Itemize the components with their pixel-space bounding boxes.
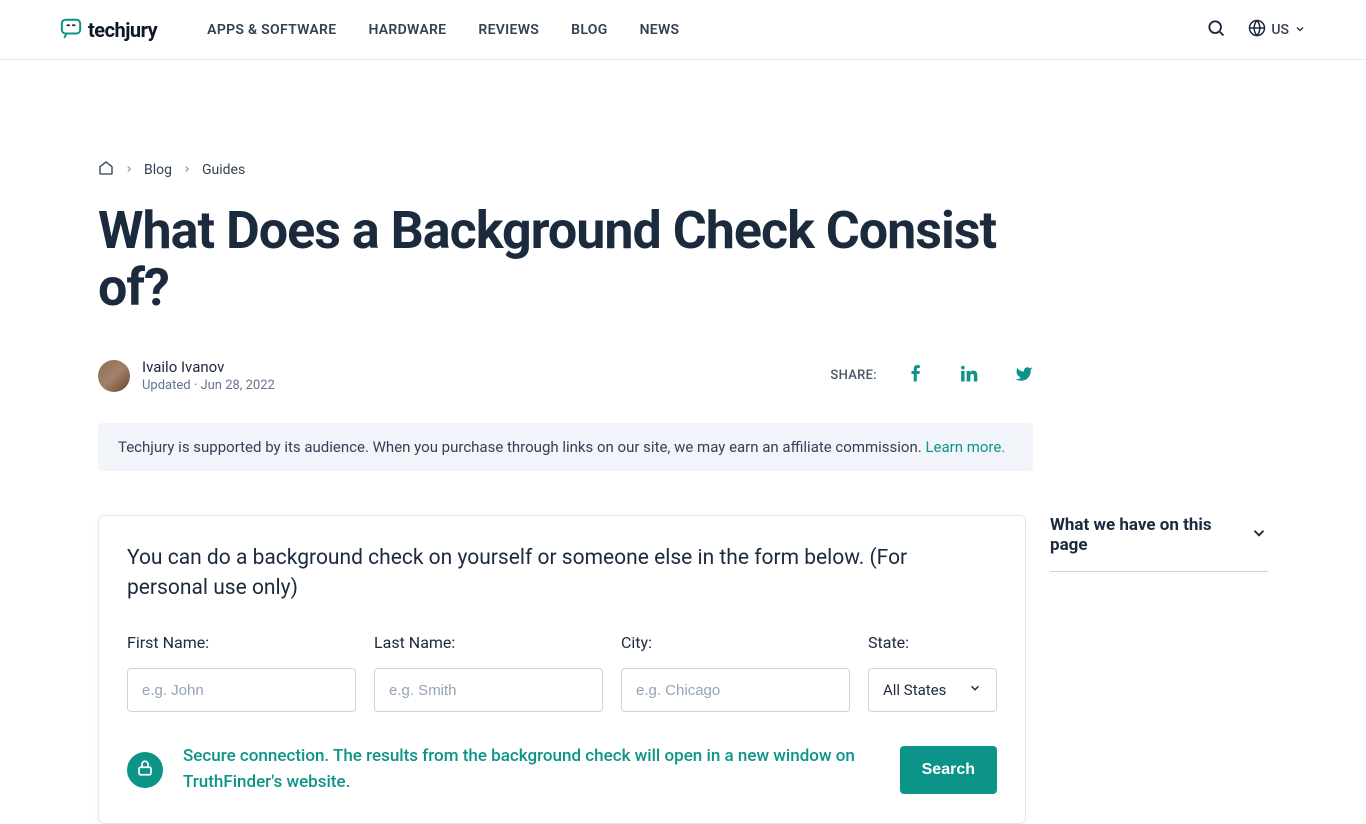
first-name-label: First Name: xyxy=(127,633,356,652)
nav-apps-software[interactable]: APPS & SOFTWARE xyxy=(207,22,336,38)
city-label: City: xyxy=(621,633,850,652)
site-header: techjury APPS & SOFTWARE HARDWARE REVIEW… xyxy=(0,0,1366,60)
logo-icon xyxy=(60,17,82,43)
secure-text: Secure connection. The results from the … xyxy=(183,744,880,795)
chevron-right-icon xyxy=(124,162,134,178)
share-icons xyxy=(907,365,1033,387)
breadcrumb: Blog Guides xyxy=(98,160,1268,180)
lock-badge xyxy=(127,752,163,788)
breadcrumb-blog[interactable]: Blog xyxy=(144,162,172,178)
linkedin-icon xyxy=(961,368,979,387)
meta-row: Ivailo Ivanov Updated · Jun 28, 2022 SHA… xyxy=(98,358,1033,393)
twitter-icon xyxy=(1015,368,1033,387)
last-name-input[interactable] xyxy=(374,668,603,712)
search-submit-button[interactable]: Search xyxy=(900,746,997,794)
last-name-field-group: Last Name: xyxy=(374,633,603,712)
nav-blog[interactable]: BLOG xyxy=(571,22,607,38)
nav-news[interactable]: NEWS xyxy=(640,22,680,38)
share-label: SHARE: xyxy=(830,368,877,383)
lock-icon xyxy=(136,759,154,781)
notice-learn-more[interactable]: Learn more. xyxy=(925,438,1005,456)
author-avatar[interactable] xyxy=(98,360,130,392)
search-button[interactable] xyxy=(1206,18,1226,41)
city-field-group: City: xyxy=(621,633,850,712)
search-icon xyxy=(1206,18,1226,41)
affiliate-notice: Techjury is supported by its audience. W… xyxy=(98,423,1033,471)
breadcrumb-guides[interactable]: Guides xyxy=(202,162,245,178)
logo-text: techjury xyxy=(88,18,157,42)
locale-code: US xyxy=(1271,22,1289,38)
home-icon xyxy=(98,164,114,180)
chevron-down-icon xyxy=(1294,20,1306,39)
page-title: What Does a Background Check Consist of? xyxy=(98,202,1038,316)
header-right: US xyxy=(1206,18,1306,41)
share-twitter[interactable] xyxy=(1015,365,1033,387)
breadcrumb-home[interactable] xyxy=(98,160,114,180)
notice-text: Techjury is supported by its audience. W… xyxy=(118,438,925,456)
nav-hardware[interactable]: HARDWARE xyxy=(368,22,446,38)
locale-selector[interactable]: US xyxy=(1248,19,1306,41)
toc-toggle[interactable]: What we have on this page xyxy=(1050,515,1268,572)
author-name[interactable]: Ivailo Ivanov xyxy=(142,358,275,376)
first-name-input[interactable] xyxy=(127,668,356,712)
state-value: All States xyxy=(883,681,946,699)
chevron-right-icon xyxy=(182,162,192,178)
main-nav: APPS & SOFTWARE HARDWARE REVIEWS BLOG NE… xyxy=(207,22,679,38)
state-label: State: xyxy=(868,633,997,652)
state-select[interactable]: All States xyxy=(868,668,997,712)
city-input[interactable] xyxy=(621,668,850,712)
updated-date: Updated · Jun 28, 2022 xyxy=(142,378,275,393)
author-block: Ivailo Ivanov Updated · Jun 28, 2022 xyxy=(98,358,275,393)
secure-row: Secure connection. The results from the … xyxy=(127,744,997,795)
nav-reviews[interactable]: REVIEWS xyxy=(478,22,539,38)
site-logo[interactable]: techjury xyxy=(60,17,157,43)
bgcheck-card: You can do a background check on yoursel… xyxy=(98,515,1026,824)
share-facebook[interactable] xyxy=(907,365,925,387)
chevron-down-icon xyxy=(1250,524,1268,546)
share-linkedin[interactable] xyxy=(961,365,979,387)
card-heading: You can do a background check on yoursel… xyxy=(127,544,957,603)
share-block: SHARE: xyxy=(830,365,1033,387)
facebook-icon xyxy=(907,368,925,387)
chevron-down-icon xyxy=(968,681,982,699)
last-name-label: Last Name: xyxy=(374,633,603,652)
globe-icon xyxy=(1248,19,1266,41)
first-name-field-group: First Name: xyxy=(127,633,356,712)
form-row: First Name: Last Name: City: State: xyxy=(127,633,997,712)
state-field-group: State: All States xyxy=(868,633,997,712)
toc-title: What we have on this page xyxy=(1050,515,1250,555)
